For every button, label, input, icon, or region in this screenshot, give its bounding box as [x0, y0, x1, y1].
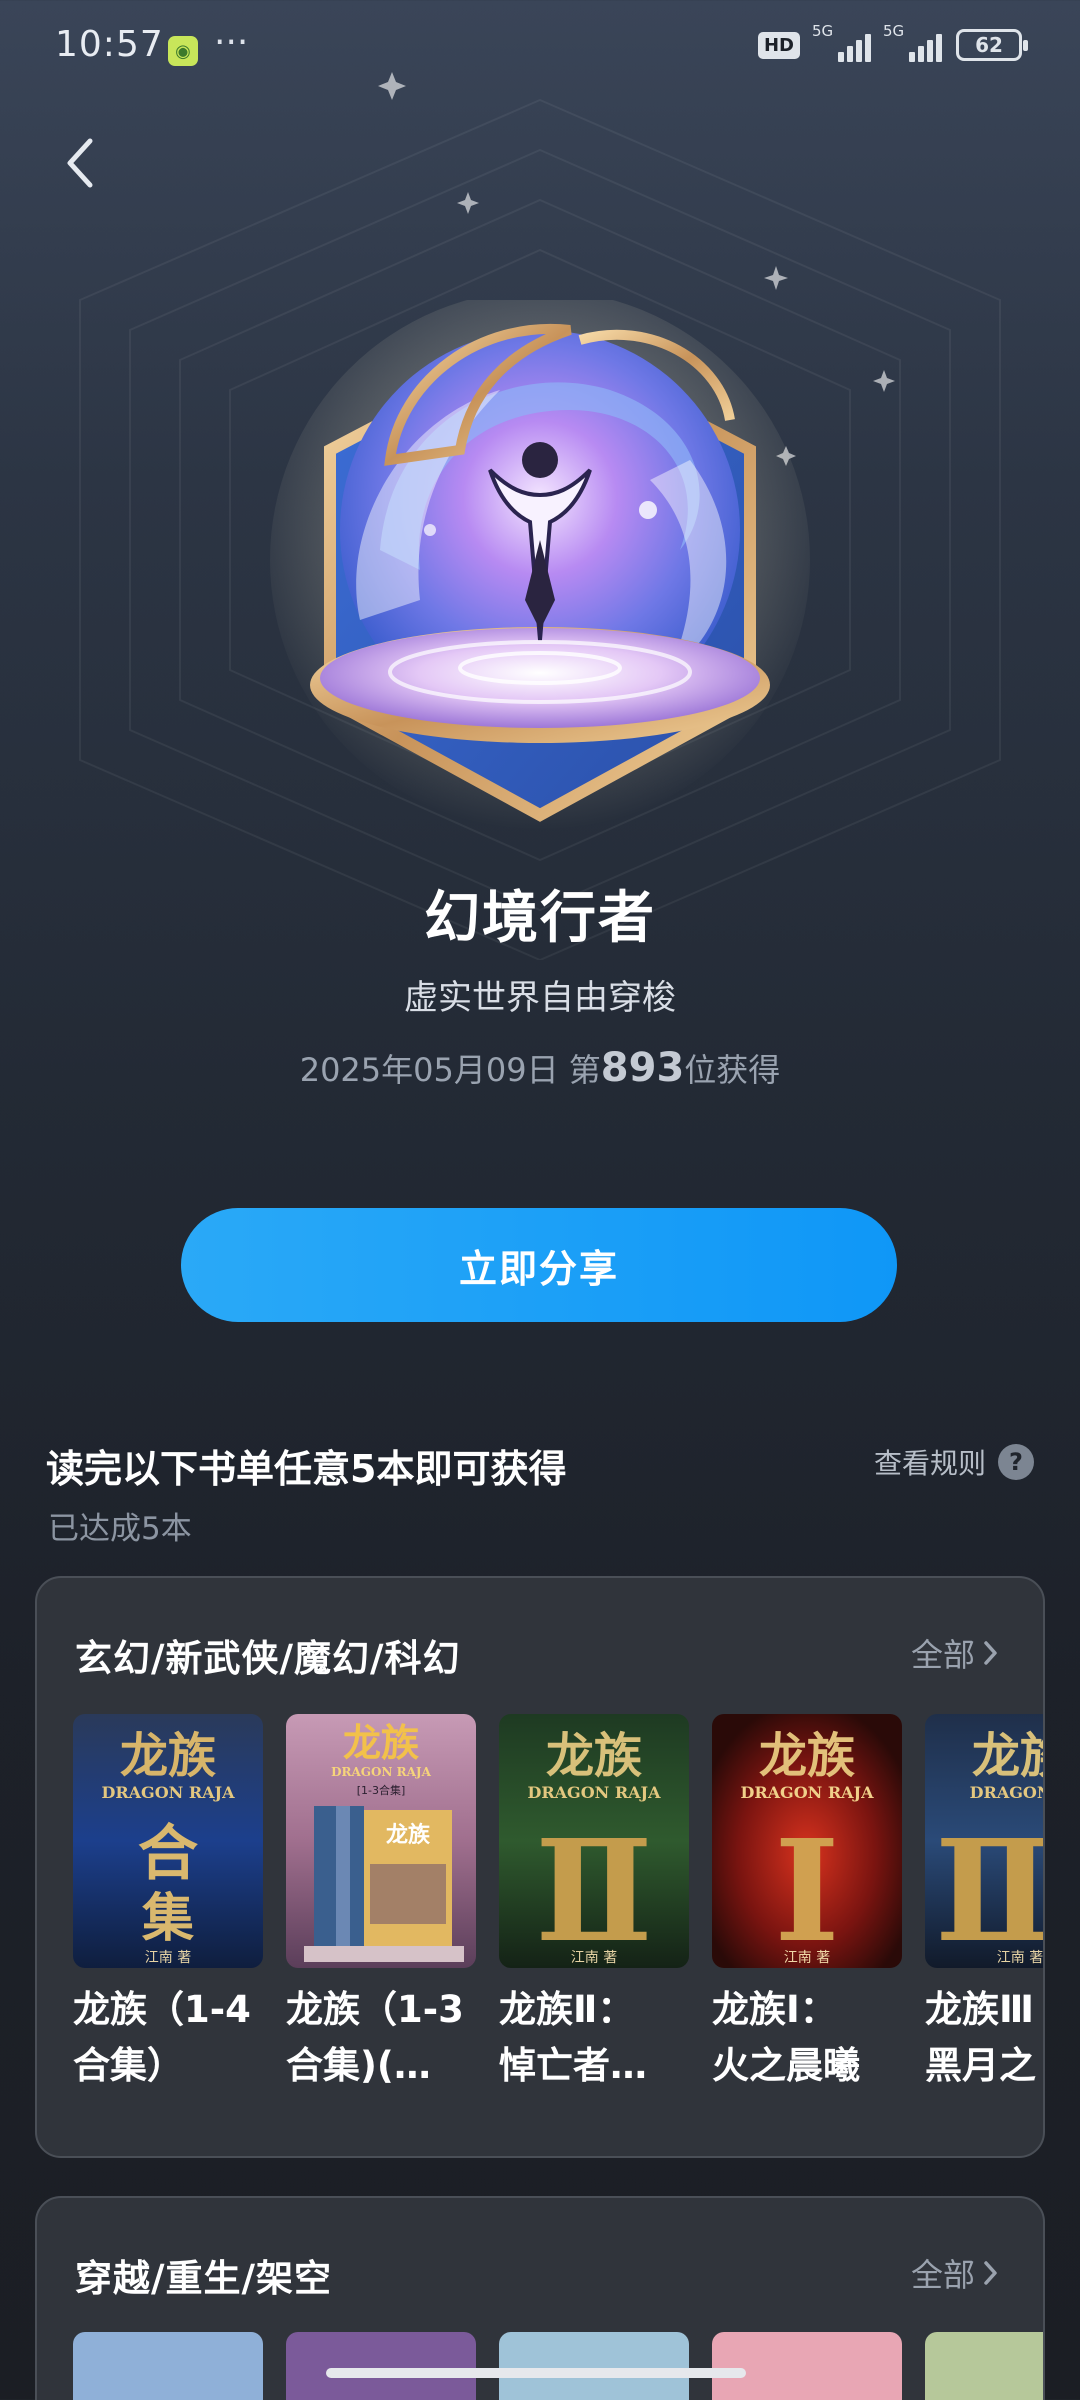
cover-subtitle: DRAGON RAJA — [740, 1783, 874, 1802]
view-all-label: 全部 — [910, 2256, 975, 2294]
book-cover[interactable] — [925, 2332, 1043, 2400]
book-row: 龙族 DRAGON RAJA 合 集 江南 著 龙族（1-4 合集） 龙族 DR… — [73, 1714, 1045, 2094]
signal-icon: 5G — [812, 22, 871, 62]
chevron-left-icon — [67, 138, 93, 188]
cover-subtitle: DRAGON RAJA — [101, 1783, 235, 1802]
svg-text:集: 集 — [141, 1888, 194, 1949]
badge-description: 虚实世界自由穿梭 — [404, 978, 676, 1018]
chevron-right-icon — [984, 2261, 997, 2285]
cover-subtitle: DRAGON R — [970, 1783, 1045, 1802]
view-rules-link[interactable]: 查看规则 ? — [874, 1442, 1034, 1482]
cover-big-text: Ⅰ — [774, 1810, 840, 1968]
book-cover: 龙族 DRAGON R Ⅲ 江南 著 — [925, 1714, 1045, 1968]
status-icons: HD 5G 5G 62 — [757, 22, 1028, 62]
share-button[interactable]: 立即分享 — [181, 1208, 897, 1322]
book-list-title: 穿越/重生/架空 — [75, 2257, 333, 2300]
book-title: 龙族Ⅰ： 火之晨曦 — [712, 1988, 860, 2087]
hd-icon: HD — [757, 31, 800, 59]
cover-title: 龙族 — [120, 1728, 216, 1784]
cover-title: 龙族 — [759, 1728, 855, 1784]
book-title: 龙族Ⅲ 黑月之 — [925, 1988, 1036, 2087]
book-row — [73, 2332, 1043, 2400]
requirement-status: 已达成5本 — [48, 1511, 192, 1547]
cover-title: 龙族 — [546, 1728, 642, 1784]
book-title: 龙族（1-4 合集） — [73, 1988, 251, 2087]
book-title: 龙族（1-3 合集)(… — [286, 1988, 464, 2087]
cover-big-text: Ⅱ — [535, 1810, 653, 1968]
chevron-right-icon — [984, 1641, 997, 1665]
cover-title: 龙族 — [972, 1728, 1045, 1784]
earned-rank: 893 — [600, 1045, 685, 1091]
cover-big-text: 龙族 — [386, 1822, 431, 1848]
status-time: 10:57 — [55, 24, 164, 65]
badge-title: 幻境行者 — [424, 886, 656, 951]
book-item[interactable]: 龙族 DRAGON RAJA [1-3合集] 龙族 龙族（1-3 合集)(… — [286, 1714, 476, 2094]
earned-rank-prefix: 第 — [568, 1051, 601, 1089]
cover-author: 江南 著 — [145, 1950, 191, 1966]
signal-icon-2: 5G — [883, 22, 942, 62]
earned-rank-suffix: 位获得 — [684, 1051, 781, 1089]
view-all-link[interactable]: 全部 — [911, 2250, 999, 2296]
badge-earned-info: 2025年05月09日 第893位获得 — [0, 1045, 1080, 1091]
book-cover: 龙族 DRAGON RAJA 合 集 江南 著 — [73, 1714, 263, 1968]
cover-subtitle: DRAGON RAJA — [331, 1765, 431, 1779]
book-item[interactable]: 龙族 DRAGON RAJA Ⅱ 江南 著 龙族Ⅱ： 悼亡者… — [499, 1714, 689, 2094]
cover-title: 龙族 — [343, 1720, 419, 1765]
cover-big-text: Ⅲ — [935, 1810, 1045, 1968]
book-cover[interactable] — [712, 2332, 902, 2400]
more-notifications-icon: ··· — [214, 22, 249, 63]
view-all-label: 全部 — [910, 1636, 975, 1674]
book-cover[interactable] — [499, 2332, 689, 2400]
book-title: 龙族Ⅱ： 悼亡者… — [499, 1988, 647, 2087]
book-cover: 龙族 DRAGON RAJA Ⅰ 江南 著 — [712, 1714, 902, 1968]
book-item[interactable]: 龙族 DRAGON RAJA 合 集 江南 著 龙族（1-4 合集） — [73, 1714, 263, 2094]
earned-date: 2025年05月09日 — [299, 1051, 559, 1089]
requirement-title: 读完以下书单任意5本即可获得 — [46, 1447, 567, 1491]
cover-author: 江南 著 — [997, 1950, 1043, 1966]
book-item[interactable]: 龙族 DRAGON R Ⅲ 江南 著 龙族Ⅲ 黑月之 — [925, 1714, 1045, 2094]
network-label: 5G — [812, 22, 834, 40]
view-all-link[interactable]: 全部 — [911, 1630, 999, 1676]
cover-author: 江南 著 — [784, 1950, 830, 1966]
cover-subtitle: DRAGON RAJA — [527, 1783, 661, 1802]
cover-author: 江南 著 — [571, 1950, 617, 1966]
book-cover: 龙族 DRAGON RAJA Ⅱ 江南 著 — [499, 1714, 689, 1968]
home-indicator[interactable] — [326, 2368, 746, 2378]
cover-author: [1-3合集] — [357, 1783, 406, 1797]
back-button[interactable] — [50, 128, 110, 198]
network-label-2: 5G — [883, 22, 905, 40]
badge-medal-image — [270, 300, 810, 830]
view-rules-label: 查看规则 — [873, 1447, 986, 1480]
question-icon: ? — [998, 1444, 1034, 1480]
book-cover[interactable] — [286, 2332, 476, 2400]
book-cover: 龙族 DRAGON RAJA [1-3合集] 龙族 — [286, 1714, 476, 1968]
svg-text:合: 合 — [138, 1819, 198, 1889]
book-item[interactable]: 龙族 DRAGON RAJA Ⅰ 江南 著 龙族Ⅰ： 火之晨曦 — [712, 1714, 902, 2094]
book-list-card: 玄幻/新武侠/魔幻/科幻 全部 龙族 DRAGON RAJA 合 集 江南 著 … — [35, 1576, 1045, 2158]
battery-icon: 62 — [956, 29, 1028, 61]
book-cover[interactable] — [73, 2332, 263, 2400]
book-list-title: 玄幻/新武侠/魔幻/科幻 — [75, 1637, 461, 1680]
